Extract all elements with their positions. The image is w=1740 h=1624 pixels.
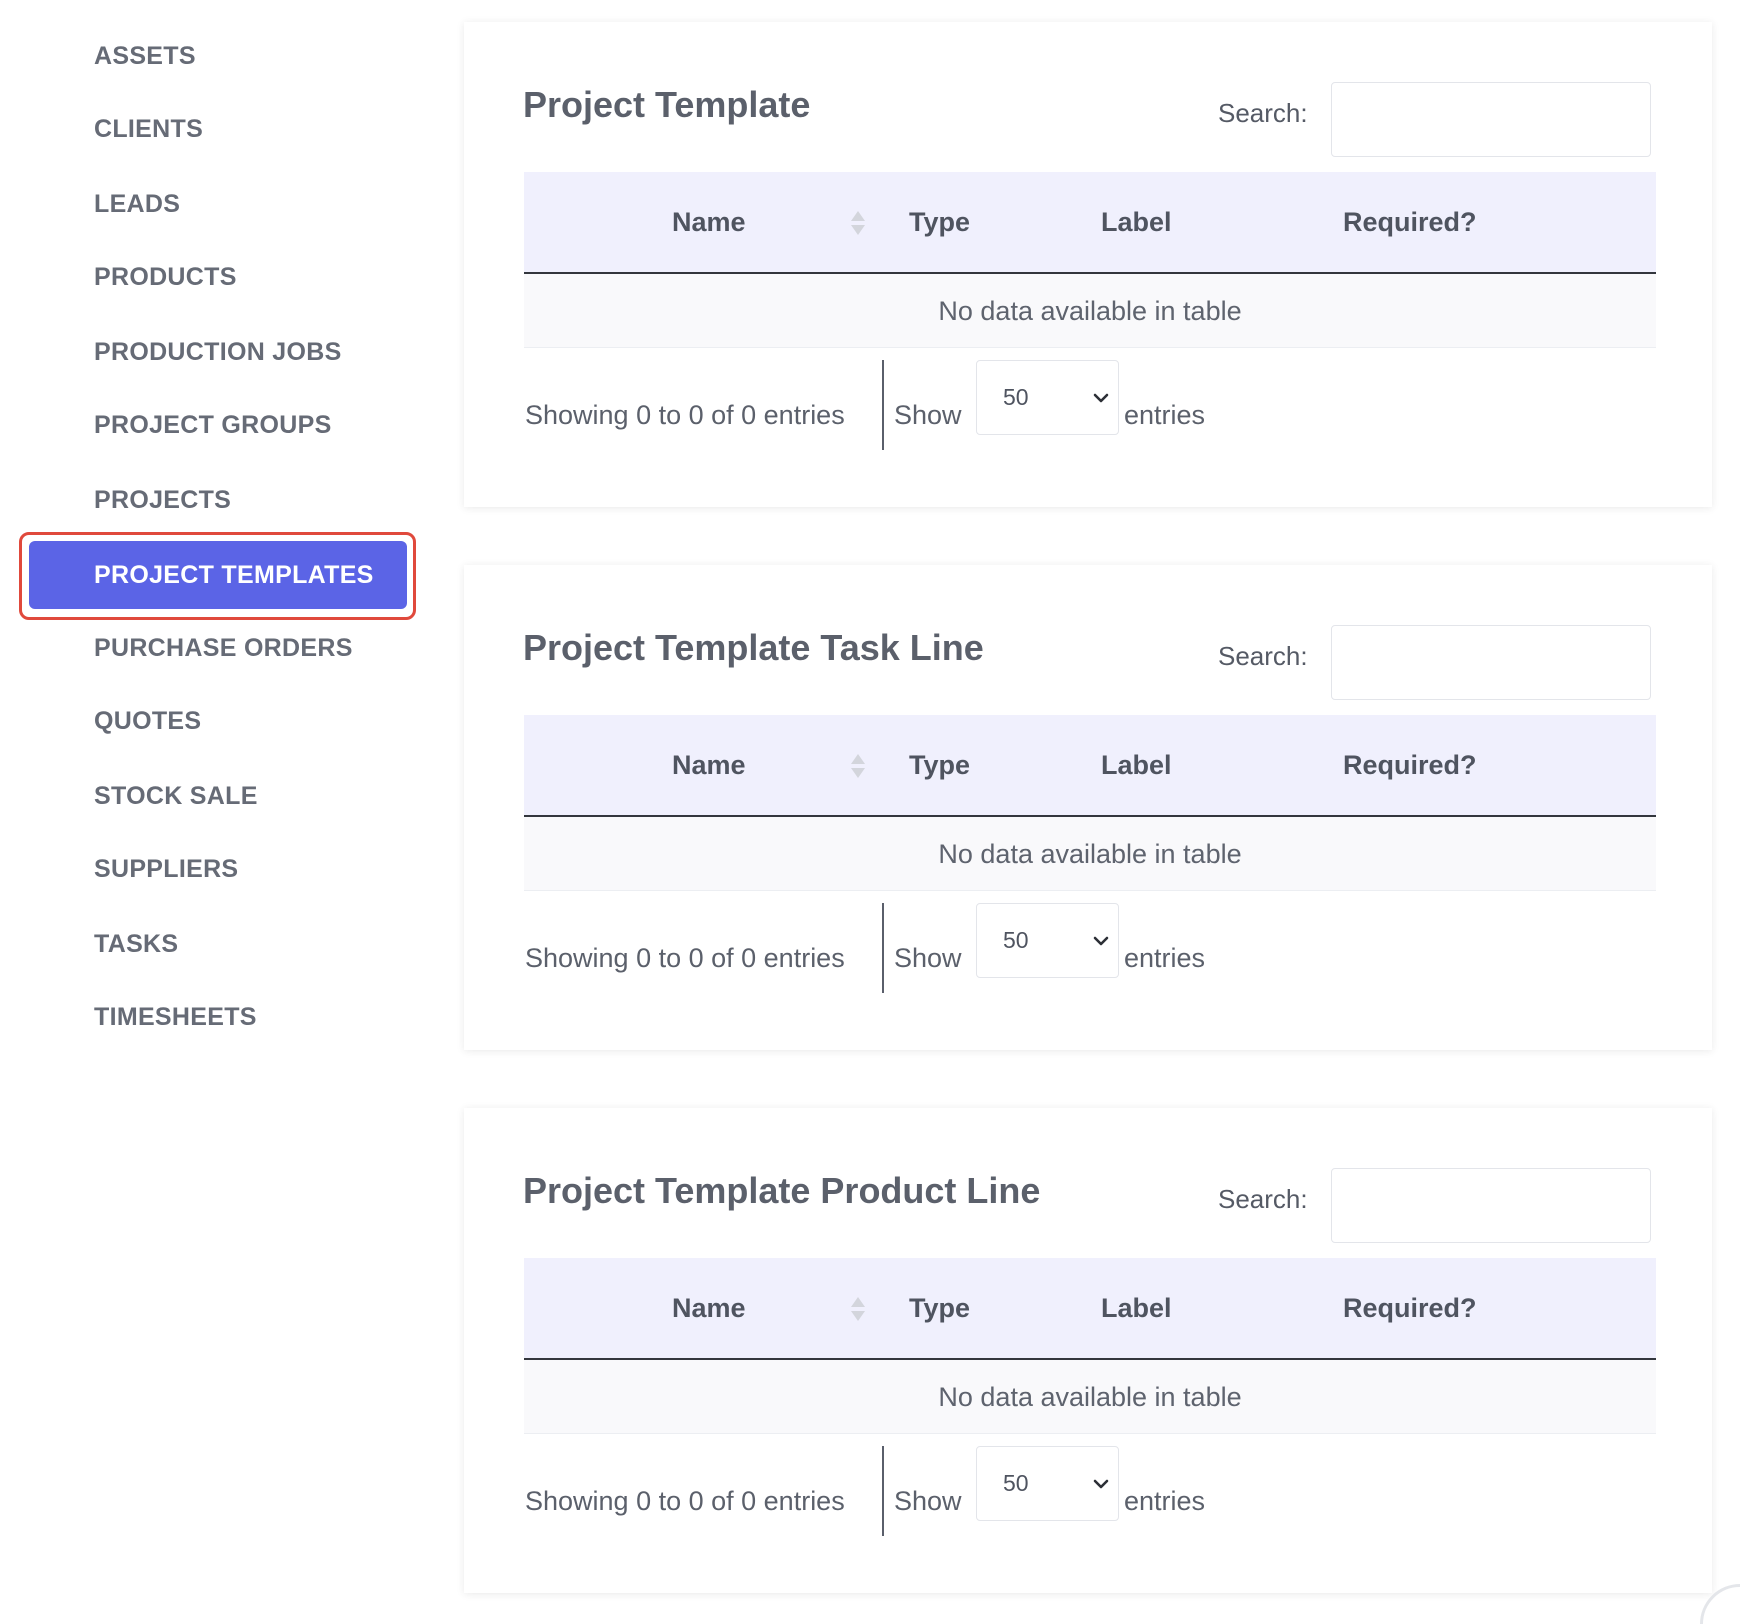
chevron-down-icon: [1093, 1479, 1109, 1489]
panel-project-template-task-line: Project Template Task Line Search: Name …: [464, 565, 1712, 1050]
sidebar-item-suppliers[interactable]: SUPPLIERS: [94, 849, 238, 889]
column-header-type[interactable]: Type: [909, 1258, 970, 1358]
show-label: Show: [894, 943, 962, 973]
panel-project-template: Project Template Search: Name Type Label…: [464, 22, 1712, 507]
table-info: Showing 0 to 0 of 0 entries: [525, 1486, 845, 1516]
search-input[interactable]: [1331, 1168, 1651, 1243]
column-header-name[interactable]: Name: [672, 172, 746, 272]
search-label: Search:: [1218, 1184, 1308, 1214]
page-length-value: 50: [1003, 1470, 1029, 1496]
sidebar-item-purchase-orders[interactable]: PURCHASE ORDERS: [94, 628, 353, 668]
page-length-select[interactable]: 50: [976, 360, 1119, 435]
table-info: Showing 0 to 0 of 0 entries: [525, 400, 845, 430]
sidebar-item-project-templates[interactable]: PROJECT TEMPLATES: [29, 541, 407, 609]
search-input[interactable]: [1331, 82, 1651, 157]
table-header: Name Type Label Required?: [524, 172, 1656, 274]
divider: [882, 360, 884, 450]
divider: [882, 903, 884, 993]
column-header-required[interactable]: Required?: [1343, 172, 1477, 272]
show-label: Show: [894, 400, 962, 430]
column-header-type[interactable]: Type: [909, 172, 970, 272]
page: ASSETS CLIENTS LEADS PRODUCTS PRODUCTION…: [0, 0, 1740, 1624]
table-info: Showing 0 to 0 of 0 entries: [525, 943, 845, 973]
empty-table-message: No data available in table: [524, 817, 1656, 891]
show-label: Show: [894, 1486, 962, 1516]
panel-title: Project Template Task Line: [523, 627, 984, 668]
entries-label: entries: [1124, 943, 1206, 973]
panel-title: Project Template Product Line: [523, 1170, 1041, 1211]
empty-table-message: No data available in table: [524, 1360, 1656, 1434]
sidebar-item-timesheets[interactable]: TIMESHEETS: [94, 997, 257, 1037]
sidebar-item-assets[interactable]: ASSETS: [94, 36, 196, 76]
column-header-required[interactable]: Required?: [1343, 715, 1477, 815]
page-length-select[interactable]: 50: [976, 1446, 1119, 1521]
panel-title: Project Template: [523, 84, 811, 125]
column-header-label[interactable]: Label: [1101, 1258, 1172, 1358]
divider: [882, 1446, 884, 1536]
entries-label: entries: [1124, 400, 1206, 430]
chevron-down-icon: [1093, 936, 1109, 946]
column-header-name[interactable]: Name: [672, 715, 746, 815]
column-header-name[interactable]: Name: [672, 1258, 746, 1358]
sidebar-item-quotes[interactable]: QUOTES: [94, 701, 201, 741]
sort-both-icon[interactable]: [849, 209, 867, 237]
entries-label: entries: [1124, 1486, 1206, 1516]
page-length-value: 50: [1003, 384, 1029, 410]
sidebar-item-leads[interactable]: LEADS: [94, 184, 180, 224]
column-header-required[interactable]: Required?: [1343, 1258, 1477, 1358]
sidebar-item-products[interactable]: PRODUCTS: [94, 257, 237, 297]
table-header: Name Type Label Required?: [524, 1258, 1656, 1360]
page-length-select[interactable]: 50: [976, 903, 1119, 978]
sidebar-item-projects[interactable]: PROJECTS: [94, 480, 231, 520]
table-header: Name Type Label Required?: [524, 715, 1656, 817]
sidebar-item-production-jobs[interactable]: PRODUCTION JOBS: [94, 332, 342, 372]
sidebar-item-stock-sale[interactable]: STOCK SALE: [94, 776, 258, 816]
empty-table-message: No data available in table: [524, 274, 1656, 348]
sort-both-icon[interactable]: [849, 752, 867, 780]
sidebar-item-clients[interactable]: CLIENTS: [94, 109, 203, 149]
chevron-down-icon: [1093, 393, 1109, 403]
search-label: Search:: [1218, 641, 1308, 671]
sidebar-item-project-groups[interactable]: PROJECT GROUPS: [94, 405, 332, 445]
page-length-value: 50: [1003, 927, 1029, 953]
column-header-type[interactable]: Type: [909, 715, 970, 815]
search-label: Search:: [1218, 98, 1308, 128]
column-header-label[interactable]: Label: [1101, 715, 1172, 815]
search-input[interactable]: [1331, 625, 1651, 700]
sidebar: ASSETS CLIENTS LEADS PRODUCTS PRODUCTION…: [0, 0, 430, 1624]
column-header-label[interactable]: Label: [1101, 172, 1172, 272]
sort-both-icon[interactable]: [849, 1295, 867, 1323]
sidebar-item-tasks[interactable]: TASKS: [94, 924, 178, 964]
panel-project-template-product-line: Project Template Product Line Search: Na…: [464, 1108, 1712, 1593]
